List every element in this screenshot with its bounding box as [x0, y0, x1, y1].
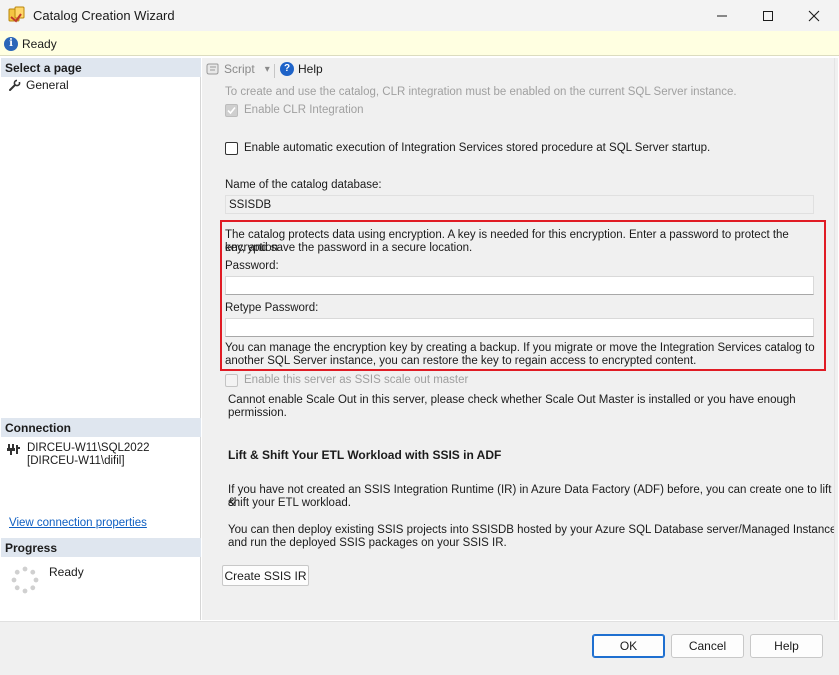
- script-label: Script: [224, 62, 255, 76]
- plug-icon: [7, 444, 20, 455]
- backup-note-line2: another SQL Server instance, you can res…: [225, 355, 697, 367]
- help-toolbar-button[interactable]: ? Help: [280, 62, 323, 76]
- script-icon: [206, 63, 219, 75]
- encryption-note-line2: key, and save the password in a secure l…: [225, 242, 473, 254]
- enable-clr-checkbox[interactable]: [225, 104, 238, 117]
- toolbar: Script ▾ ? Help: [202, 58, 838, 83]
- progress-spinner-icon: [11, 566, 39, 594]
- app-icon: [8, 6, 25, 23]
- page-item-general[interactable]: General: [8, 78, 69, 92]
- auto-exec-label: Enable automatic execution of Integratio…: [244, 142, 711, 154]
- help-icon: ?: [280, 62, 294, 76]
- left-pane: Select a page General Connection DIRCEU-…: [1, 58, 201, 620]
- chevron-down-icon[interactable]: ▾: [265, 64, 270, 75]
- lift-shift-title: Lift & Shift Your ETL Workload with SSIS…: [228, 448, 502, 462]
- view-connection-properties-link[interactable]: View connection properties: [9, 517, 147, 529]
- right-pane: Script ▾ ? Help To create and use the ca…: [202, 58, 838, 620]
- checkmark-icon: [227, 106, 236, 115]
- select-page-header: Select a page: [1, 58, 201, 77]
- password-input[interactable]: [225, 276, 814, 295]
- connection-user: [DIRCEU-W11\difil]: [27, 455, 125, 467]
- auto-exec-checkbox[interactable]: [225, 142, 238, 155]
- scale-out-note: Cannot enable Scale Out in this server, …: [228, 394, 796, 419]
- vertical-scrollbar[interactable]: [834, 58, 838, 620]
- wrench-icon: [9, 78, 21, 91]
- cancel-button[interactable]: Cancel: [671, 634, 744, 658]
- progress-header: Progress: [1, 538, 201, 557]
- ok-button[interactable]: OK: [592, 634, 665, 658]
- scale-out-checkbox[interactable]: [225, 374, 238, 387]
- catalog-db-field: SSISDB: [225, 195, 814, 214]
- page-item-label: General: [26, 78, 69, 92]
- status-text: Ready: [22, 37, 57, 51]
- progress-status: Ready: [49, 565, 84, 579]
- deploy-note-line1: You can then deploy existing SSIS projec…: [228, 524, 837, 536]
- minimize-icon: [717, 15, 727, 16]
- enable-clr-label: Enable CLR Integration: [244, 104, 364, 116]
- backup-note-line1: You can manage the encryption key by cre…: [225, 342, 815, 354]
- connection-info: DIRCEU-W11\SQL2022 [DIRCEU-W11\difil]: [7, 442, 150, 468]
- maximize-icon: [763, 10, 773, 21]
- close-button[interactable]: [791, 0, 837, 31]
- deploy-note-line2: and run the deployed SSIS packages on yo…: [228, 537, 507, 549]
- title-bar: Catalog Creation Wizard: [0, 0, 839, 31]
- create-ssis-ir-button[interactable]: Create SSIS IR: [222, 565, 309, 586]
- status-bar: i Ready: [0, 31, 839, 56]
- minimize-button[interactable]: [699, 0, 745, 31]
- dialog-footer: OK Cancel Help: [0, 621, 839, 675]
- retype-password-label: Retype Password:: [225, 302, 319, 314]
- connection-server: DIRCEU-W11\SQL2022: [27, 442, 150, 454]
- script-button[interactable]: Script ▾: [206, 62, 270, 76]
- info-icon: i: [4, 37, 18, 51]
- scale-out-label: Enable this server as SSIS scale out mas…: [244, 374, 469, 386]
- close-icon: [808, 10, 820, 21]
- help-label: Help: [298, 62, 323, 76]
- clr-note: To create and use the catalog, CLR integ…: [225, 86, 737, 98]
- catalog-db-label: Name of the catalog database:: [225, 179, 382, 191]
- adf-note-line2: shift your ETL workload.: [228, 497, 351, 509]
- toolbar-separator: [274, 64, 275, 78]
- password-label: Password:: [225, 260, 279, 272]
- maximize-button[interactable]: [745, 0, 791, 31]
- help-button[interactable]: Help: [750, 634, 823, 658]
- connection-header: Connection: [1, 418, 201, 437]
- retype-password-input[interactable]: [225, 318, 814, 337]
- window-title: Catalog Creation Wizard: [33, 8, 175, 23]
